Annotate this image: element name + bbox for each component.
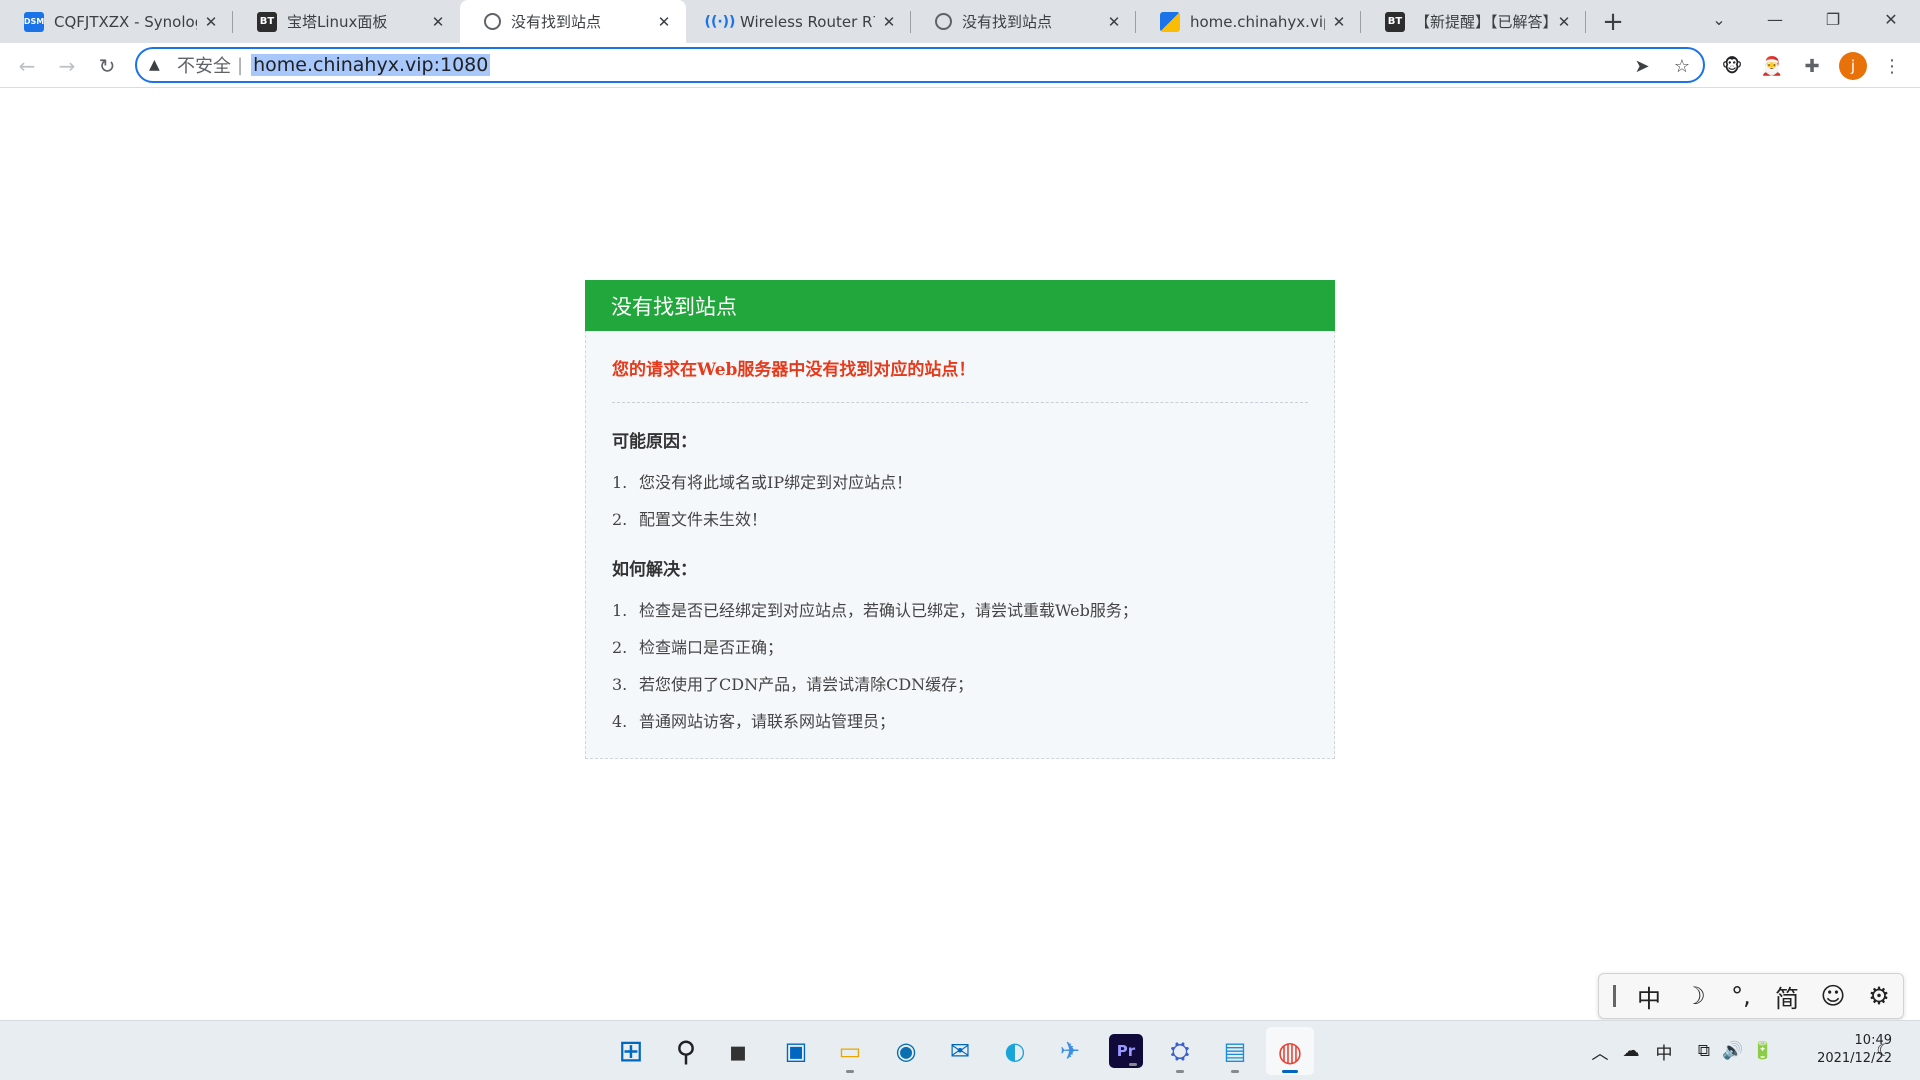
forward-button[interactable]: → (52, 51, 82, 81)
tab-separator (1585, 11, 1586, 33)
onedrive-icon[interactable]: ☁ (1618, 1039, 1644, 1063)
tab-title: CQFJTXZX - Synology (54, 12, 197, 31)
list-item: 1. 检查是否已经绑定到对应站点，若确认已绑定，请尝试重载Web服务； (612, 601, 1138, 620)
ime-emoji-icon[interactable]: ☺ (1810, 973, 1856, 1019)
error-message: 您的请求在Web服务器中没有找到对应的站点！ (612, 355, 1308, 403)
close-icon[interactable]: ✕ (1104, 12, 1124, 32)
search-icon[interactable]: ⚲ (662, 1027, 710, 1075)
reasons-title: 可能原因： (612, 432, 697, 452)
reasons-list: 1. 您没有将此域名或IP绑定到对应站点！ 2. 配置文件未生效！ (612, 464, 1308, 538)
ime-toolbar: 中 ☽ °, 简 ☺ ⚙ (1598, 973, 1904, 1019)
widgets-icon[interactable]: ▣ (772, 1027, 820, 1075)
extension-santa-icon[interactable]: 🎅 (1758, 52, 1786, 80)
address-bar[interactable]: ▲ 不安全 | home.chinahyx.vip:1080 (135, 47, 1705, 83)
security-label[interactable]: 不安全 (177, 52, 231, 78)
extension-monkey-icon[interactable]: 🐵 (1718, 52, 1746, 80)
tab-new-reminder[interactable]: BT 【新提醒】【已解答】 ✕ (1361, 0, 1586, 43)
url-text[interactable]: home.chinahyx.vip:1080 (251, 54, 491, 76)
notepad-icon[interactable]: ▤ (1211, 1027, 1259, 1075)
extensions-puzzle-icon[interactable]: ✚ (1798, 52, 1826, 80)
ime-chinese-mode[interactable]: 中 (1626, 973, 1672, 1019)
tab-wireless-router[interactable]: ((·)) Wireless Router R70 ✕ (686, 0, 911, 43)
tab-title: home.chinahyx.vip/i (1190, 12, 1325, 31)
network-app-icon[interactable]: ⛭ (1156, 1027, 1204, 1075)
premiere-pro-icon[interactable]: Pr (1109, 1034, 1143, 1068)
wifi-icon: ((·)) (704, 13, 736, 30)
back-button[interactable]: ← (12, 51, 42, 81)
list-item: 2. 检查端口是否正确； (612, 638, 784, 657)
network-icon[interactable]: ⧉ (1691, 1039, 1717, 1063)
tab-home-chinahyx[interactable]: home.chinahyx.vip/i ✕ (1136, 0, 1361, 43)
doc-icon (1160, 11, 1180, 32)
task-view-icon[interactable]: ▪ (714, 1027, 762, 1075)
tab-site-not-found-active[interactable]: 没有找到站点 ✕ (460, 0, 686, 43)
address-separator: | (237, 54, 244, 76)
tab-synology[interactable]: DSM CQFJTXZX - Synology ✕ (0, 0, 233, 43)
list-item: 3. 若您使用了CDN产品，请尝试清除CDN缓存； (612, 675, 974, 694)
dell-app-icon[interactable]: ◉ (882, 1027, 930, 1075)
globe-icon (935, 13, 952, 30)
feishu-icon[interactable]: ✈ (1046, 1027, 1094, 1075)
dsm-icon: DSM (24, 11, 44, 32)
list-item: 2. 配置文件未生效！ (612, 510, 768, 529)
ime-halfwidth-moon-icon[interactable]: ☽ (1672, 973, 1718, 1019)
close-icon[interactable]: ✕ (428, 12, 448, 32)
start-icon[interactable]: ⊞ (607, 1027, 655, 1075)
menu-icon[interactable]: ⋮ (1878, 52, 1906, 80)
bt-icon: BT (257, 11, 277, 32)
close-window-button[interactable]: ✕ (1862, 0, 1920, 38)
close-icon[interactable]: ✕ (879, 12, 899, 32)
edge-icon[interactable]: ◐ (991, 1027, 1039, 1075)
list-item: 4. 普通网站访客，请联系网站管理员； (612, 712, 896, 731)
taskbar: ⊞ ⚲ ▪ ▣ ▭ ◉ ✉ ◐ ✈ Pr ⛭ ▤ ◍ ︿ ☁ 中 ⧉ 🔊 🔋 ☾ (0, 1020, 1920, 1080)
globe-icon (484, 13, 501, 30)
battery-icon[interactable]: 🔋 (1750, 1039, 1776, 1063)
tab-title: 宝塔Linux面板 (287, 13, 388, 31)
tab-title: 【新提醒】【已解答】 (1415, 13, 1550, 31)
solutions-list: 1. 检查是否已经绑定到对应站点，若确认已绑定，请尝试重载Web服务； 2. 检查端… (612, 592, 1308, 740)
send-icon[interactable]: ➤ (1627, 51, 1657, 81)
profile-avatar[interactable]: j (1839, 52, 1867, 80)
reload-button[interactable]: ↻ (92, 51, 122, 81)
mail-icon[interactable]: ✉ (936, 1027, 984, 1075)
chrome-icon[interactable]: ◍ (1266, 1027, 1314, 1075)
ime-drag-handle[interactable] (1613, 985, 1616, 1007)
ime-settings-gear-icon[interactable]: ⚙ (1856, 973, 1902, 1019)
new-tab-button[interactable]: + (1598, 7, 1628, 37)
close-icon[interactable]: ✕ (201, 12, 221, 32)
close-icon[interactable]: ✕ (654, 12, 674, 32)
error-card: 没有找到站点 您的请求在Web服务器中没有找到对应的站点！ 可能原因： 1. 您没… (585, 280, 1335, 759)
card-body: 您的请求在Web服务器中没有找到对应的站点！ 可能原因： 1. 您没有将此域名或I… (586, 331, 1334, 740)
tab-title: 没有找到站点 (962, 13, 1053, 31)
ime-simplified-mode[interactable]: 简 (1764, 973, 1810, 1019)
solutions-title: 如何解决： (612, 560, 697, 580)
bt-icon: BT (1385, 11, 1405, 32)
tab-search-icon[interactable]: ⌄ (1690, 0, 1748, 38)
tab-title: 没有找到站点 (511, 13, 602, 31)
close-icon[interactable]: ✕ (1554, 12, 1574, 32)
tab-title: Wireless Router R70 (740, 12, 875, 31)
show-hidden-icons[interactable]: ︿ (1588, 1039, 1612, 1064)
clock-time: 10:49 (1854, 1033, 1892, 1048)
bookmark-star-icon[interactable]: ☆ (1667, 51, 1697, 81)
restore-button[interactable]: ❐ (1804, 0, 1862, 38)
clock-date: 2021/12/22 (1817, 1051, 1892, 1066)
tab-strip: DSM CQFJTXZX - Synology ✕ BT 宝塔Linux面板 ✕… (0, 0, 1920, 43)
input-method-indicator[interactable]: 中 (1651, 1039, 1677, 1064)
close-icon[interactable]: ✕ (1329, 12, 1349, 32)
minimize-button[interactable]: — (1746, 0, 1804, 38)
tab-site-not-found[interactable]: 没有找到站点 ✕ (911, 0, 1136, 43)
page-title: 没有找到站点 (585, 280, 1335, 331)
warning-icon[interactable]: ▲ (149, 57, 167, 73)
file-explorer-icon[interactable]: ▭ (826, 1027, 874, 1075)
ime-punctuation-icon[interactable]: °, (1718, 973, 1764, 1019)
list-item: 1. 您没有将此域名或IP绑定到对应站点！ (612, 473, 913, 492)
tab-bt-panel[interactable]: BT 宝塔Linux面板 ✕ (233, 0, 460, 43)
system-clock[interactable]: 10:49 2021/12/22 (1782, 1032, 1892, 1068)
browser-toolbar: ← → ↻ ▲ 不安全 | home.chinahyx.vip:1080 ➤ ☆… (0, 43, 1920, 88)
volume-icon[interactable]: 🔊 (1720, 1039, 1746, 1063)
